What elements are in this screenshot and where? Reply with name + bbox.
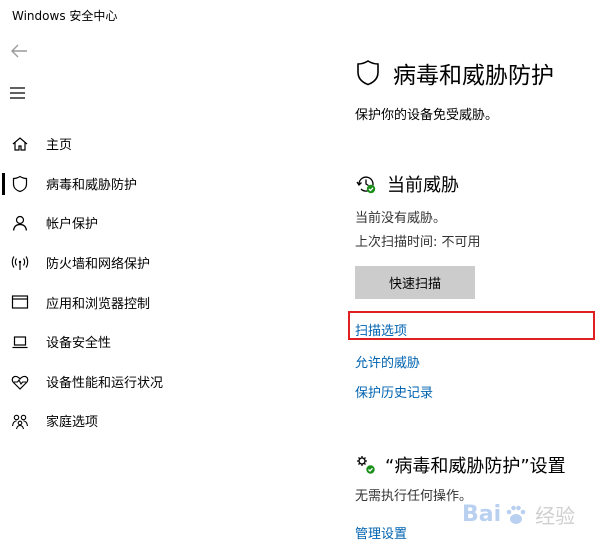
sidebar-item-device-health[interactable]: 设备性能和运行状况: [0, 362, 300, 402]
protection-history-link[interactable]: 保护历史记录: [355, 382, 433, 401]
settings-gear-check-icon: [357, 456, 375, 474]
page-description: 保护你的设备免受威胁。: [355, 108, 499, 123]
sidebar-nav: 主页 病毒和威胁防护 帐户保护 防火墙和网络保护 应用和浏览器控制 设备安全性: [0, 124, 300, 441]
paw-logo-icon: [506, 505, 526, 524]
sidebar-item-app-browser-control[interactable]: 应用和浏览器控制: [0, 282, 300, 322]
wifi-icon: [10, 253, 30, 273]
page-header: 病毒和威胁防护: [355, 56, 554, 90]
last-scan-text: 上次扫描时间: 不可用: [355, 235, 481, 250]
threat-status-text: 当前没有威胁。: [355, 211, 447, 226]
sidebar-item-label: 病毒和威胁防护: [46, 177, 138, 193]
baidu-watermark: Bai 经验: [462, 500, 575, 529]
sidebar-item-virus-protection[interactable]: 病毒和威胁防护: [0, 164, 300, 204]
sidebar-item-home[interactable]: 主页: [0, 124, 300, 164]
family-icon: [10, 411, 30, 431]
sidebar-item-firewall[interactable]: 防火墙和网络保护: [0, 243, 300, 283]
sidebar-item-family-options[interactable]: 家庭选项: [0, 401, 300, 441]
sidebar-item-account-protection[interactable]: 帐户保护: [0, 203, 300, 243]
hamburger-menu-icon[interactable]: [9, 86, 27, 100]
current-threats-header: 当前威胁: [355, 171, 459, 197]
browser-icon: [10, 292, 30, 312]
window-title: Windows 安全中心: [12, 9, 118, 23]
manage-settings-link[interactable]: 管理设置: [355, 523, 407, 542]
home-icon: [10, 134, 30, 154]
section-title-current-threats: 当前威胁: [387, 175, 459, 196]
back-arrow-icon[interactable]: [8, 40, 30, 62]
sidebar-item-device-security[interactable]: 设备安全性: [0, 322, 300, 362]
shield-icon: [357, 60, 379, 86]
page-title: 病毒和威胁防护: [393, 63, 554, 89]
allowed-threats-link[interactable]: 允许的威胁: [355, 352, 420, 371]
laptop-icon: [10, 332, 30, 352]
sidebar-item-label: 设备性能和运行状况: [46, 375, 164, 391]
scan-history-check-icon: [356, 176, 376, 194]
sidebar-item-label: 设备安全性: [46, 336, 112, 352]
quick-scan-button[interactable]: 快速扫描: [355, 266, 475, 299]
person-icon: [10, 213, 30, 233]
sidebar-item-label: 家庭选项: [46, 415, 99, 431]
settings-status-text: 无需执行任何操作。: [355, 489, 473, 504]
scan-options-link[interactable]: 扫描选项: [355, 320, 407, 339]
sidebar-item-label: 防火墙和网络保护: [46, 257, 151, 273]
sidebar-item-label: 帐户保护: [46, 217, 99, 233]
watermark-text-right: 经验: [535, 504, 576, 528]
protection-settings-header: “病毒和威胁防护”设置: [355, 452, 566, 478]
sidebar-item-label: 应用和浏览器控制: [46, 296, 151, 312]
section-title-settings: “病毒和威胁防护”设置: [385, 456, 566, 477]
heart-icon: [10, 372, 30, 392]
watermark-text-left: Bai: [462, 502, 502, 527]
sidebar-item-label: 主页: [46, 138, 73, 154]
shield-icon: [10, 174, 30, 194]
